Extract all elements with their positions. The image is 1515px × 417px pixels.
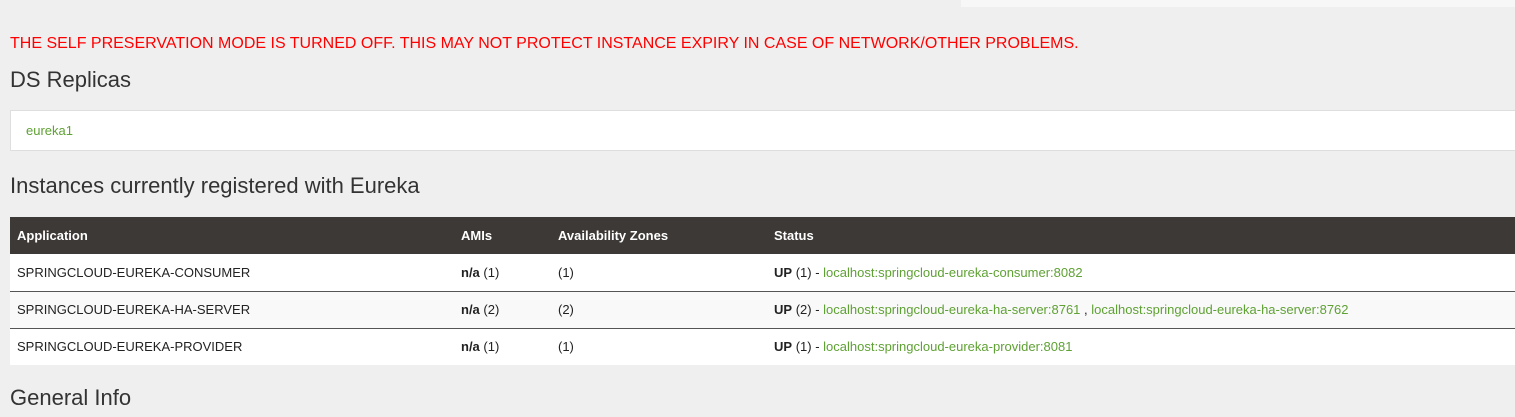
instance-link[interactable]: localhost:springcloud-eureka-ha-server:8… — [823, 302, 1080, 317]
status-count: (1) - — [795, 339, 820, 355]
amis-count: (1) — [483, 339, 500, 355]
replica-link-eureka1[interactable]: eureka1 — [26, 123, 73, 138]
table-row: SPRINGCLOUD-EUREKA-CONSUMER n/a (1) (1) … — [10, 254, 1515, 291]
status-value: UP — [774, 339, 793, 355]
table-row: SPRINGCLOUD-EUREKA-HA-SERVER n/a (2) (2)… — [10, 290, 1515, 329]
availability-zones: (2) — [551, 290, 767, 329]
amis-count: (2) — [483, 302, 500, 317]
header-application: Application — [10, 217, 454, 254]
ds-replicas-list: eureka1 — [10, 110, 1515, 151]
application-name: SPRINGCLOUD-EUREKA-HA-SERVER — [10, 290, 454, 329]
amis-value: n/a — [461, 302, 480, 317]
status-count: (1) - — [795, 264, 820, 280]
application-name: SPRINGCLOUD-EUREKA-CONSUMER — [10, 254, 454, 291]
instance-link[interactable]: localhost:springcloud-eureka-provider:80… — [823, 339, 1072, 354]
header-status: Status — [767, 217, 1515, 254]
header-availability-zones: Availability Zones — [551, 217, 767, 254]
availability-zones: (1) — [551, 254, 767, 291]
status-cell: UP (1) - localhost:springcloud-eureka-pr… — [767, 328, 1515, 365]
header-amis: AMIs — [454, 217, 551, 254]
table-header-row: Application AMIs Availability Zones Stat… — [10, 217, 1515, 254]
amis-cell: n/a (1) — [454, 328, 551, 365]
general-info-title: General Info — [10, 385, 132, 410]
availability-zones: (1) — [551, 328, 767, 365]
amis-count: (1) — [483, 264, 500, 280]
top-strip — [961, 0, 1515, 7]
instance-link[interactable]: localhost:springcloud-eureka-consumer:80… — [823, 265, 1082, 280]
amis-cell: n/a (1) — [454, 254, 551, 291]
status-value: UP — [774, 302, 793, 317]
status-count: (2) - — [795, 302, 820, 317]
amis-value: n/a — [461, 339, 480, 355]
instances-table: Application AMIs Availability Zones Stat… — [10, 217, 1515, 365]
status-cell: UP (1) - localhost:springcloud-eureka-co… — [767, 254, 1515, 291]
status-value: UP — [774, 264, 793, 280]
table-row: SPRINGCLOUD-EUREKA-PROVIDER n/a (1) (1) … — [10, 328, 1515, 365]
ds-replicas-title: DS Replicas — [10, 67, 132, 92]
application-name: SPRINGCLOUD-EUREKA-PROVIDER — [10, 328, 454, 365]
status-cell: UP (2) - localhost:springcloud-eureka-ha… — [767, 290, 1515, 329]
amis-cell: n/a (2) — [454, 290, 551, 329]
self-preservation-warning: THE SELF PRESERVATION MODE IS TURNED OFF… — [10, 35, 1079, 52]
instances-title: Instances currently registered with Eure… — [10, 173, 420, 198]
amis-value: n/a — [461, 264, 480, 280]
instance-link[interactable]: localhost:springcloud-eureka-ha-server:8… — [1091, 302, 1348, 317]
